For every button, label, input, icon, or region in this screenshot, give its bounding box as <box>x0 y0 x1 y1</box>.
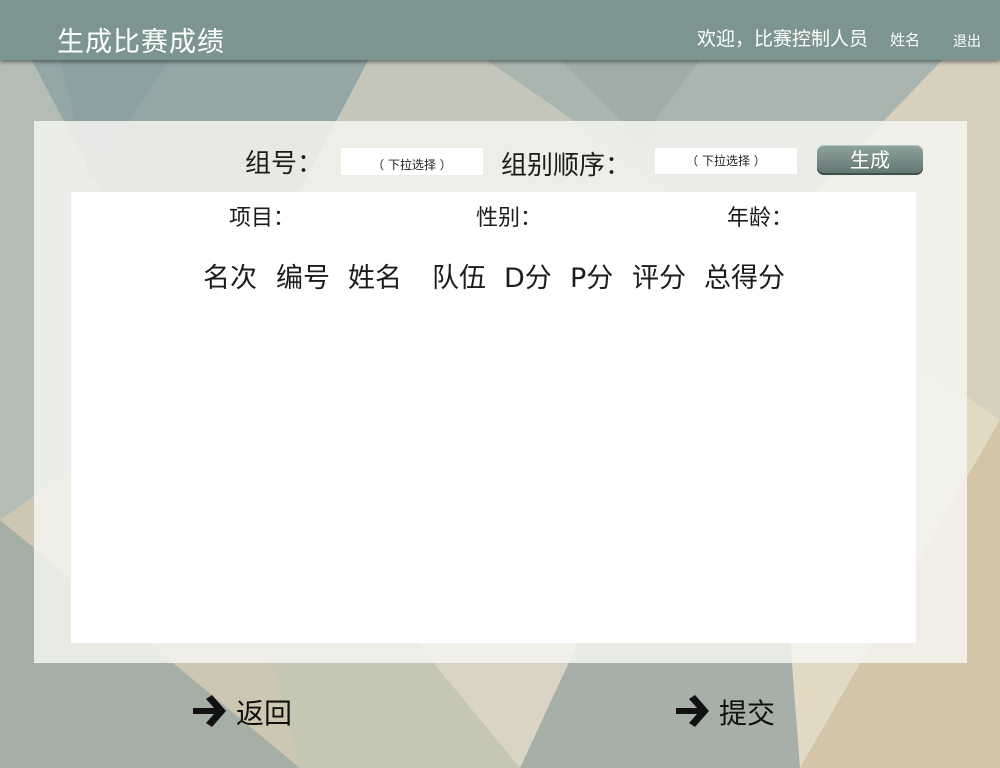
back-button-label: 返回 <box>236 697 293 730</box>
group-select[interactable]: （ 下拉选择 ） <box>341 148 483 175</box>
results-area <box>71 192 916 643</box>
back-button[interactable]: 返回 <box>190 690 300 732</box>
column-header-rating: 评分 <box>632 263 686 294</box>
group-order-select[interactable]: （ 下拉选择 ） <box>655 148 797 174</box>
column-header-number: 编号 <box>276 263 330 294</box>
gender-label: 性别： <box>476 206 543 231</box>
column-header-p-score: P分 <box>570 263 614 294</box>
event-label: 项目： <box>229 206 296 231</box>
generate-button[interactable]: 生成 <box>817 145 923 175</box>
logout-link[interactable]: 退出 <box>953 31 981 51</box>
submit-button-label: 提交 <box>719 697 776 730</box>
column-header-rank: 名次 <box>203 263 257 294</box>
welcome-text: 欢迎，比赛控制人员 <box>697 28 869 50</box>
arrow-right-icon <box>193 695 226 727</box>
group-order-label: 组别顺序： <box>501 151 632 181</box>
column-header-total-score: 总得分 <box>704 263 785 294</box>
column-header-team: 队伍 <box>432 263 486 294</box>
age-label: 年龄： <box>727 206 794 231</box>
user-name: 姓名 <box>890 31 921 49</box>
column-header-d-score: D分 <box>504 263 552 294</box>
group-label: 组号： <box>245 149 324 179</box>
submit-button[interactable]: 提交 <box>673 690 783 732</box>
column-header-name: 姓名 <box>348 263 402 294</box>
arrow-right-icon <box>676 695 709 727</box>
header-bar: 生成比赛成绩 欢迎，比赛控制人员 姓名 退出 <box>0 0 1000 60</box>
page-title: 生成比赛成绩 <box>57 27 225 58</box>
